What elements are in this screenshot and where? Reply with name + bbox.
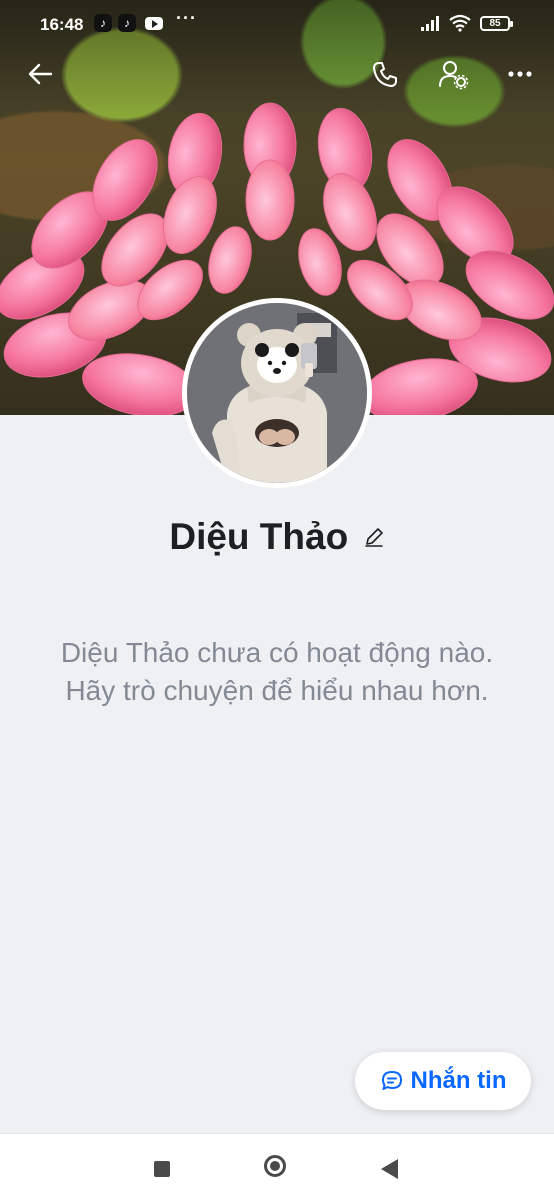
- chat-bubble-icon: [381, 1071, 402, 1090]
- send-message-button[interactable]: Nhắn tin: [355, 1052, 531, 1110]
- battery-icon: 85: [480, 16, 513, 31]
- avatar[interactable]: [182, 298, 372, 488]
- phone-icon: [373, 62, 397, 87]
- back-arrow-icon: [28, 63, 53, 85]
- profile-name: Diệu Thảo: [169, 516, 349, 557]
- avatar-image: [187, 303, 367, 483]
- more-menu-button[interactable]: [498, 54, 542, 94]
- empty-activity-message: Diệu Thảo chưa có hoạt động nào. Hãy trò…: [60, 637, 494, 706]
- status-bar: 16:48 ♪ ♪ ··· 85: [0, 0, 554, 50]
- tiktok-icon: ♪: [118, 14, 136, 32]
- system-nav-bar: [0, 1133, 554, 1201]
- user-settings-icon: [439, 61, 469, 90]
- more-icon: [508, 71, 532, 77]
- pencil-icon[interactable]: [363, 526, 385, 548]
- tiktok-icon: ♪: [94, 14, 112, 32]
- send-message-label: Nhắn tin: [410, 1067, 507, 1094]
- profile-settings-button[interactable]: [432, 54, 474, 94]
- back-button[interactable]: [20, 54, 60, 94]
- call-button[interactable]: [364, 54, 406, 94]
- cellular-signal-icon: [421, 16, 439, 31]
- wifi-icon: [449, 14, 471, 32]
- avatar-photo: [187, 303, 367, 483]
- status-time: 16:48: [40, 15, 84, 34]
- youtube-icon: [145, 17, 163, 30]
- home-icon[interactable]: [264, 1155, 286, 1177]
- nav-back-icon[interactable]: [381, 1159, 398, 1179]
- status-more-icon: ···: [176, 8, 197, 28]
- profile-name-row: Diệu Thảo: [0, 516, 554, 558]
- recent-apps-icon[interactable]: [154, 1161, 170, 1177]
